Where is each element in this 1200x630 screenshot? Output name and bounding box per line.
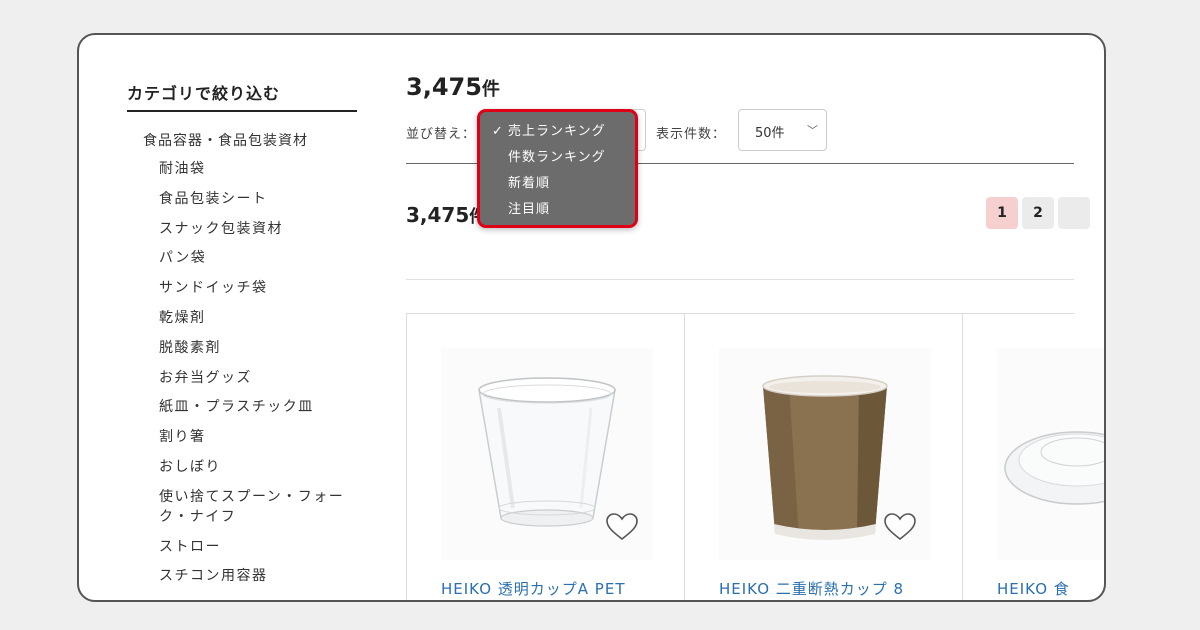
product-card[interactable]: HEIKO 二重断熱カップ 8 <box>684 314 962 600</box>
product-image[interactable] <box>997 348 1106 560</box>
sort-option-label: 新着順 <box>508 176 551 191</box>
category-parent-link[interactable]: 食品容器・食品包装資材 <box>143 130 357 150</box>
category-item[interactable]: 割り箸 <box>159 427 359 447</box>
sort-option[interactable]: 新着順 <box>480 171 635 197</box>
category-item[interactable]: スナック包装資材 <box>159 219 359 239</box>
result-count-header: 3,475件 <box>406 73 500 101</box>
chevron-down-icon: ﹀ <box>807 124 818 137</box>
product-title-link[interactable]: HEIKO 透明カップA PET <box>441 578 626 599</box>
sidebar-title: カテゴリで絞り込む <box>127 80 357 112</box>
category-item[interactable]: ストロー <box>159 537 359 557</box>
sort-option[interactable]: 件数ランキング <box>480 145 635 171</box>
result-count-value: 3,475 <box>406 203 470 227</box>
section-divider <box>406 279 1074 280</box>
sort-option-selected[interactable]: ✓ 売上ランキング <box>480 119 635 145</box>
product-card[interactable]: HEIKO 食 <box>962 314 1106 600</box>
sort-option[interactable]: 注目順 <box>480 197 635 223</box>
per-page-select[interactable]: 50件 ﹀ <box>738 109 827 151</box>
category-list: 耐油袋 食品包装シート スナック包装資材 パン袋 サンドイッチ袋 乾燥剤 脱酸素… <box>159 159 357 586</box>
page-button[interactable]: 2 <box>1022 197 1054 229</box>
browser-frame: カテゴリで絞り込む 食品容器・食品包装資材 耐油袋 食品包装シート スナック包装… <box>77 33 1106 602</box>
category-sidebar: カテゴリで絞り込む 食品容器・食品包装資材 耐油袋 食品包装シート スナック包装… <box>127 80 357 586</box>
product-grid: HEIKO 透明カップA PET HEIKO 二重断熱カップ 8 HEIKO 食 <box>406 313 1104 600</box>
category-item[interactable]: 耐油袋 <box>159 159 359 179</box>
result-count-unit: 件 <box>481 79 500 100</box>
category-item[interactable]: スチコン用容器 <box>159 566 359 586</box>
category-item[interactable]: 食品包装シート <box>159 189 359 209</box>
sort-label: 並び替え： <box>406 127 477 142</box>
category-item[interactable]: サンドイッチ袋 <box>159 278 359 298</box>
category-item[interactable]: おしぼり <box>159 457 359 477</box>
category-item[interactable]: 使い捨てスプーン・フォーク・ナイフ <box>159 487 359 527</box>
per-page-value: 50件 <box>755 126 785 141</box>
checkmark-icon: ✓ <box>492 124 504 139</box>
sort-option-label: 売上ランキング <box>508 124 606 139</box>
sort-option-label: 件数ランキング <box>508 150 606 165</box>
product-title-link[interactable]: HEIKO 二重断熱カップ 8 <box>719 578 904 599</box>
product-card[interactable]: HEIKO 透明カップA PET <box>406 314 684 600</box>
favorite-heart-icon[interactable] <box>883 512 917 542</box>
category-item[interactable]: 紙皿・プラスチック皿 <box>159 397 359 417</box>
sort-dropdown-menu: ✓ 売上ランキング 件数ランキング 新着順 注目順 <box>477 109 638 228</box>
product-title-link[interactable]: HEIKO 食 <box>997 578 1070 599</box>
category-item[interactable]: 脱酸素剤 <box>159 338 359 358</box>
page-button-current[interactable]: 1 <box>986 197 1018 229</box>
category-item[interactable]: 乾燥剤 <box>159 308 359 328</box>
category-item[interactable]: パン袋 <box>159 248 359 268</box>
category-item[interactable]: お弁当グッズ <box>159 368 359 388</box>
favorite-heart-icon[interactable] <box>605 512 639 542</box>
per-page-label: 表示件数： <box>656 127 727 142</box>
page-button[interactable] <box>1058 197 1090 229</box>
result-count-summary: 3,475件 <box>406 202 486 227</box>
result-count-value: 3,475 <box>406 73 482 101</box>
sort-option-label: 注目順 <box>508 202 551 217</box>
